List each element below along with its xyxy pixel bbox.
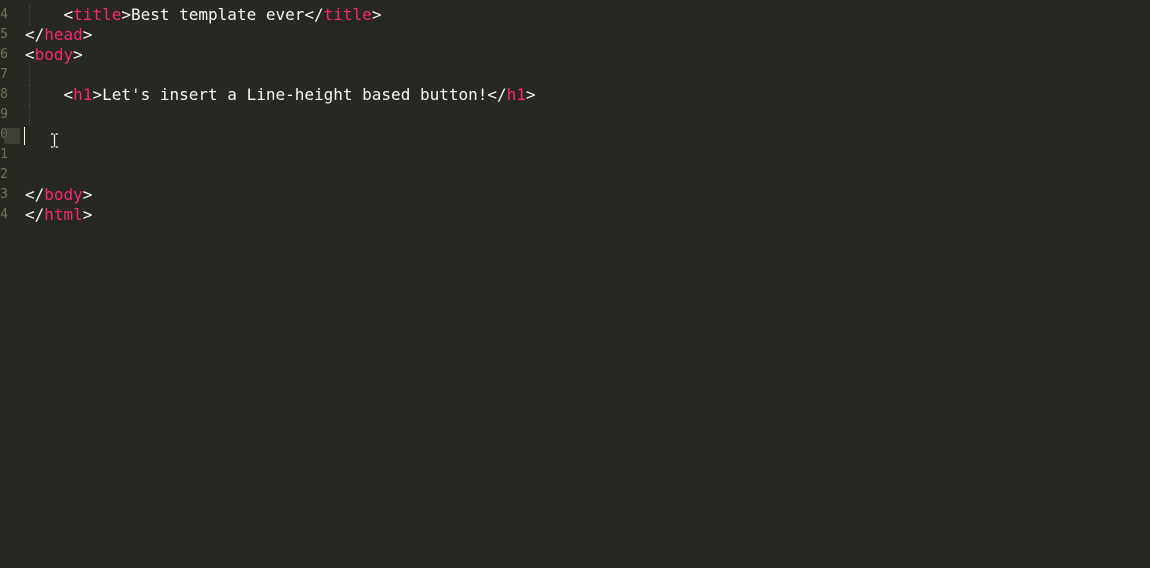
tag-bracket: > <box>525 85 536 104</box>
tag-bracket: > <box>82 25 93 44</box>
code-editor[interactable]: 3 4 5 6 7 8 9 0 1 2 3 4 <head> <title>Be… <box>0 0 1150 568</box>
code-line[interactable] <box>25 105 1145 125</box>
line-number: 6 <box>0 47 8 62</box>
tag-bracket: > <box>82 185 93 204</box>
code-line[interactable] <box>25 65 1145 85</box>
line-number: 5 <box>0 27 8 42</box>
tag-bracket: > <box>371 5 382 24</box>
tag-name: body <box>34 45 74 64</box>
tag-bracket: < <box>63 85 74 104</box>
tag-bracket: < <box>25 0 35 4</box>
indent-guide <box>29 65 30 85</box>
tag-bracket: </ <box>25 185 45 204</box>
line-number: 7 <box>0 67 8 82</box>
tag-name: body <box>44 185 83 204</box>
tag-name: title <box>323 5 372 24</box>
code-text-area[interactable]: <head> <title>Best template ever</title>… <box>25 0 1145 225</box>
tag-name: title <box>73 5 122 24</box>
tag-bracket: > <box>73 0 83 4</box>
tag-bracket: > <box>73 45 83 64</box>
tag-name: html <box>44 205 83 224</box>
tag-bracket: < <box>25 45 35 64</box>
line-number: 4 <box>0 207 8 222</box>
indent-guide <box>29 5 30 25</box>
indent-guide <box>29 105 30 125</box>
indent-guide <box>29 85 30 105</box>
text-caret-icon <box>24 127 25 145</box>
tag-bracket: > <box>82 205 93 224</box>
tag-name: head <box>44 25 83 44</box>
code-line[interactable]: <body> <box>25 45 1145 65</box>
code-line[interactable] <box>25 165 1145 185</box>
line-number: 9 <box>0 107 8 122</box>
tag-name: head <box>35 0 74 4</box>
i-beam-cursor-icon <box>50 133 59 148</box>
line-number: 1 <box>0 147 8 162</box>
code-line[interactable]: </html> <box>25 205 1145 225</box>
tag-name: h1 <box>73 85 93 104</box>
code-line[interactable]: <title>Best template ever</title> <box>25 5 1145 25</box>
tag-bracket: </ <box>25 25 45 44</box>
line-number: 3 <box>0 187 8 202</box>
code-line[interactable] <box>25 145 1145 165</box>
current-line-marker <box>4 128 20 144</box>
tag-bracket: </ <box>25 205 45 224</box>
code-line[interactable] <box>25 125 1145 145</box>
code-line[interactable]: </head> <box>25 25 1145 45</box>
tag-content: >Best template ever</ <box>121 5 324 24</box>
code-line[interactable]: <h1>Let's insert a Line-height based but… <box>25 85 1145 105</box>
tag-bracket: < <box>63 5 74 24</box>
line-number: 8 <box>0 87 8 102</box>
line-number: 4 <box>0 7 8 22</box>
code-line[interactable]: </body> <box>25 185 1145 205</box>
line-number-gutter: 3 4 5 6 7 8 9 0 1 2 3 4 <box>0 0 8 568</box>
tag-content: >Let's insert a Line-height based button… <box>92 85 507 104</box>
tag-name: h1 <box>506 85 526 104</box>
line-number: 2 <box>0 167 8 182</box>
